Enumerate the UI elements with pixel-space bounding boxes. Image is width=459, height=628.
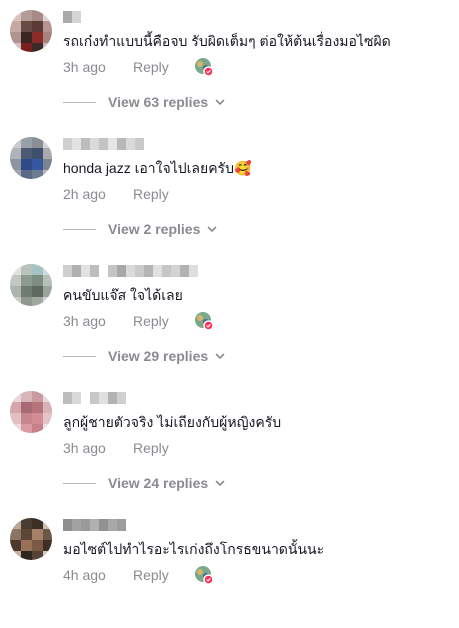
avatar[interactable] [10,518,52,560]
reply-button[interactable]: Reply [133,58,169,76]
comment-item: ลูกผู้ชายตัวจริง ไม่เถียงกับผู้หญิงครับ … [0,381,459,501]
view-replies-label[interactable]: View 63 replies [108,94,208,110]
view-replies-button[interactable]: View 24 replies [63,473,226,493]
replies-divider [63,482,96,484]
view-replies-label[interactable]: View 2 replies [108,221,200,237]
view-replies-label[interactable]: View 24 replies [108,475,208,491]
view-replies-label[interactable]: View 29 replies [108,348,208,364]
comment-text: มอไซต์ไปทำไรอะไรเก่งถึงโกรธขนาดนั้นนะ [63,541,325,557]
reply-button[interactable]: Reply [133,566,169,584]
reply-button[interactable]: Reply [133,312,169,330]
comment-time: 3h ago [63,440,106,456]
creator-reaction-icon [195,312,214,331]
comment-item: honda jazz เอาใจไปเลยครับ🥰 2h ago Reply … [0,127,459,247]
username-blurred[interactable] [63,138,144,150]
comment-time: 3h ago [63,59,106,75]
comment-text: รถเก๋งทำแบบนี้คือจบ รับผิดเต็มๆ ต่อให้ต้… [63,33,391,49]
comment-time: 2h ago [63,186,106,202]
avatar[interactable] [10,137,52,179]
chevron-down-icon [208,226,217,233]
reply-button[interactable]: Reply [133,439,169,457]
chevron-down-icon [215,99,225,106]
comment-text: ลูกผู้ชายตัวจริง ไม่เถียงกับผู้หญิงครับ [63,414,282,430]
comment-time: 4h ago [63,567,106,583]
comment-item: คนขับแจ๊ส ใจได้เลย 3h ago Reply View 29 … [0,254,459,374]
comment-item: มอไซต์ไปทำไรอะไรเก่งถึงโกรธขนาดนั้นนะ 4h… [0,508,459,628]
avatar[interactable] [10,10,52,52]
view-replies-button[interactable]: View 29 replies [63,346,226,366]
reply-button[interactable]: Reply [133,185,169,203]
username-blurred[interactable] [63,11,81,23]
view-replies-button[interactable]: View 63 replies [63,92,226,112]
creator-reaction-icon [195,58,214,77]
comment-text: honda jazz เอาใจไปเลยครับ🥰 [63,160,252,176]
replies-divider [63,355,96,357]
avatar[interactable] [10,391,52,433]
comment-item: รถเก๋งทำแบบนี้คือจบ รับผิดเต็มๆ ต่อให้ต้… [0,0,459,120]
avatar[interactable] [10,264,52,306]
replies-divider [63,228,96,230]
username-blurred[interactable] [63,519,126,531]
username-blurred[interactable] [63,265,198,277]
chevron-down-icon [215,480,225,487]
chevron-down-icon [215,353,225,360]
view-replies-button[interactable]: View 2 replies [63,219,218,239]
comment-time: 3h ago [63,313,106,329]
replies-divider [63,101,96,103]
comment-text: คนขับแจ๊ส ใจได้เลย [63,287,183,303]
creator-reaction-icon [195,566,214,585]
username-blurred[interactable] [63,392,126,404]
